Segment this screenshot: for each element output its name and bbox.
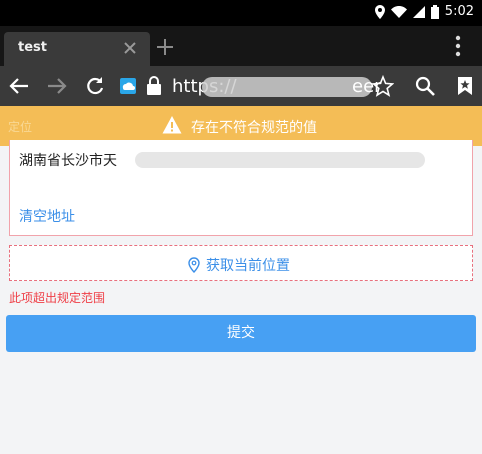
reload-icon[interactable] xyxy=(84,75,106,97)
address-bar[interactable]: https:// eer xyxy=(116,72,406,102)
get-location-button[interactable]: 获取当前位置 xyxy=(9,245,473,281)
battery-icon xyxy=(430,4,439,19)
site-icon xyxy=(120,78,136,94)
star-icon[interactable] xyxy=(372,75,394,97)
map-pin-icon xyxy=(188,257,200,273)
forward-icon[interactable] xyxy=(46,75,68,97)
submit-button[interactable]: 提交 xyxy=(6,315,476,352)
warning-icon xyxy=(162,116,182,134)
status-bar: 5:02 xyxy=(0,0,482,26)
tab-title: test xyxy=(18,40,47,55)
close-icon[interactable] xyxy=(120,38,140,58)
address-text: 湖南省长沙市天 xyxy=(19,153,117,169)
browser-tab[interactable]: test xyxy=(4,32,150,66)
address-card: 湖南省长沙市天 清空地址 xyxy=(9,140,473,236)
location-icon xyxy=(374,4,385,19)
signal-icon xyxy=(412,5,425,18)
address-redacted xyxy=(135,152,425,168)
new-tab-icon[interactable] xyxy=(154,36,176,58)
status-icons: 5:02 xyxy=(374,4,474,19)
bookmark-icon[interactable] xyxy=(454,75,476,97)
url-redacted xyxy=(202,77,372,97)
warning-message: 存在不符合规范的值 xyxy=(191,120,317,136)
wifi-icon xyxy=(390,5,407,18)
clear-address-link[interactable]: 清空地址 xyxy=(19,206,75,226)
error-message: 此项超出规定范围 xyxy=(9,291,106,305)
field-label-location: 定位 xyxy=(8,120,33,134)
overflow-menu-icon[interactable] xyxy=(450,33,466,59)
get-location-label: 获取当前位置 xyxy=(206,258,290,274)
status-time: 5:02 xyxy=(444,4,474,19)
browser-toolbar: https:// eer xyxy=(0,66,482,106)
search-icon[interactable] xyxy=(414,75,436,97)
lock-icon xyxy=(147,76,161,95)
get-location-content: 获取当前位置 xyxy=(188,255,290,275)
tab-strip: test xyxy=(0,26,482,66)
back-icon[interactable] xyxy=(8,75,30,97)
